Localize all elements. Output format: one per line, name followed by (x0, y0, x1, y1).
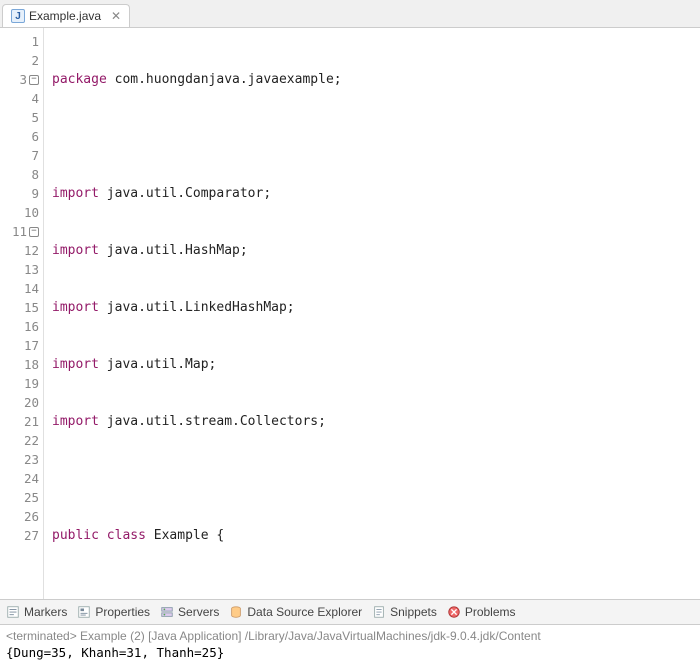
tab-filename: Example.java (29, 9, 101, 23)
code-area[interactable]: package com.huongdanjava.javaexample; im… (44, 28, 700, 599)
code-editor[interactable]: 1 2 3− 4 5 6 7 8 9 10 11− 12 13 14 15 16… (0, 28, 700, 599)
view-snippets[interactable]: Snippets (372, 605, 437, 619)
view-markers[interactable]: Markers (6, 605, 67, 619)
view-problems[interactable]: Problems (447, 605, 516, 619)
editor-tab[interactable]: J Example.java ✕ (2, 4, 130, 27)
console-status: <terminated> Example (2) [Java Applicati… (6, 629, 694, 643)
java-file-icon: J (11, 9, 25, 23)
fold-icon[interactable]: − (29, 75, 39, 85)
properties-icon (77, 605, 91, 619)
snippets-icon (372, 605, 386, 619)
problems-icon (447, 605, 461, 619)
views-bar: Markers Properties Servers Data Source E… (0, 599, 700, 625)
console-panel: <terminated> Example (2) [Java Applicati… (0, 625, 700, 666)
close-icon[interactable]: ✕ (111, 9, 121, 23)
servers-icon (160, 605, 174, 619)
markers-icon (6, 605, 20, 619)
console-output: {Dung=35, Khanh=31, Thanh=25} (6, 645, 694, 660)
fold-icon[interactable]: − (29, 227, 39, 237)
tab-bar: J Example.java ✕ (0, 0, 700, 28)
view-properties[interactable]: Properties (77, 605, 150, 619)
view-servers[interactable]: Servers (160, 605, 219, 619)
view-data-source-explorer[interactable]: Data Source Explorer (229, 605, 362, 619)
database-icon (229, 605, 243, 619)
line-gutter: 1 2 3− 4 5 6 7 8 9 10 11− 12 13 14 15 16… (0, 28, 44, 599)
